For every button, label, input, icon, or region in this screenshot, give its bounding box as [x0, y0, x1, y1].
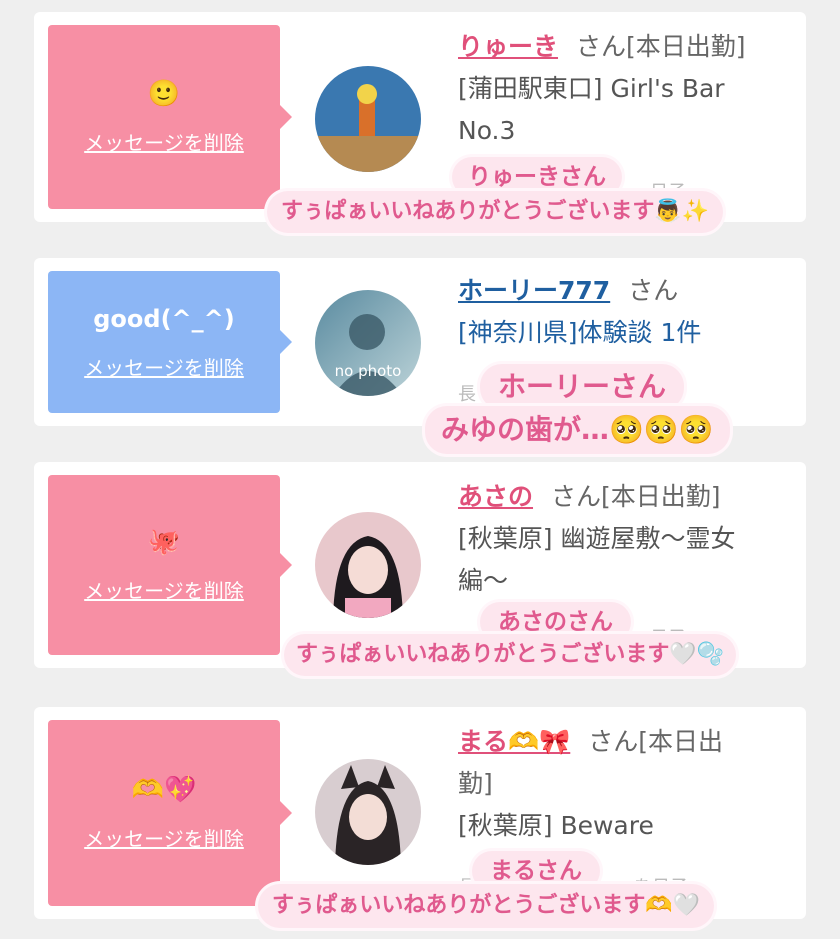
shop-area-link[interactable]: [神奈川県]体験談 1件 — [458, 312, 792, 354]
avatar[interactable] — [315, 759, 421, 865]
user-status: さん — [628, 276, 679, 305]
user-name-link[interactable]: あさの — [458, 482, 533, 511]
shop-area: [秋葉原] 幽遊屋敷〜霊女 — [458, 524, 736, 553]
message-card: good(^_^) メッセージを削除 no photo ホーリー777 さん [神… — [34, 258, 806, 426]
user-name-link[interactable]: まる🫶🎀 — [458, 727, 570, 756]
user-info: まる🫶🎀 さん[本日出 勤] [秋葉原] Beware — [458, 721, 792, 847]
avatar-image — [315, 66, 421, 172]
shop-area-cont: 編〜 — [458, 566, 509, 595]
message-text: good(^_^) — [93, 304, 235, 333]
avatar-image — [315, 759, 421, 865]
user-info: ホーリー777 さん [神奈川県]体験談 1件 — [458, 270, 792, 354]
user-name-link[interactable]: りゅーき — [458, 32, 558, 61]
delete-message-link[interactable]: メッセージを削除 — [84, 127, 244, 156]
avatar-text: no photo — [334, 362, 402, 380]
user-status: さん[本日出勤] — [551, 482, 721, 511]
caption-sticker: すぅぱぁいいねありがとうございます👼✨ — [267, 191, 724, 233]
avatar[interactable]: no photo — [315, 290, 421, 396]
message-text: 🙂 — [147, 78, 181, 109]
delete-message-link[interactable]: メッセージを削除 — [84, 823, 244, 852]
delete-message-link[interactable]: メッセージを削除 — [84, 575, 244, 604]
message-bubble: good(^_^) メッセージを削除 — [48, 271, 292, 413]
shop-area: [秋葉原] Beware — [458, 811, 654, 840]
message-text: 🐙 — [147, 526, 181, 557]
message-bubble: 🫶💖 メッセージを削除 — [48, 720, 292, 906]
user-name-link[interactable]: ホーリー777 — [458, 276, 610, 305]
user-info: りゅーき さん[本日出勤] [蒲田駅東口] Girl's Bar No.3 — [458, 26, 792, 152]
user-status: さん[本日出 — [588, 727, 724, 756]
no-photo-icon — [315, 290, 421, 396]
faded-text: 長 — [458, 384, 476, 405]
avatar-image — [315, 512, 421, 618]
delete-message-link[interactable]: メッセージを削除 — [84, 352, 244, 381]
message-text: 🫶💖 — [131, 774, 197, 805]
user-status-cont: 勤] — [458, 769, 493, 798]
shop-area-cont: No.3 — [458, 116, 516, 145]
user-status: さん[本日出勤] — [576, 32, 746, 61]
avatar[interactable] — [315, 66, 421, 172]
avatar[interactable] — [315, 512, 421, 618]
caption-sticker: すぅぱぁいいねありがとうございます🤍🫧 — [284, 634, 737, 676]
message-bubble: 🐙 メッセージを削除 — [48, 475, 292, 655]
shop-area: [蒲田駅東口] Girl's Bar — [458, 74, 725, 103]
user-info: あさの さん[本日出勤] [秋葉原] 幽遊屋敷〜霊女 編〜 — [458, 476, 792, 602]
message-bubble: 🙂 メッセージを削除 — [48, 25, 292, 209]
caption-sticker: ホーリーさん — [480, 364, 685, 410]
caption-sticker: すぅぱぁいいねありがとうございます🫶🤍 — [258, 884, 715, 928]
caption-sticker: みゆの歯が…🥺🥺🥺 — [425, 406, 730, 454]
